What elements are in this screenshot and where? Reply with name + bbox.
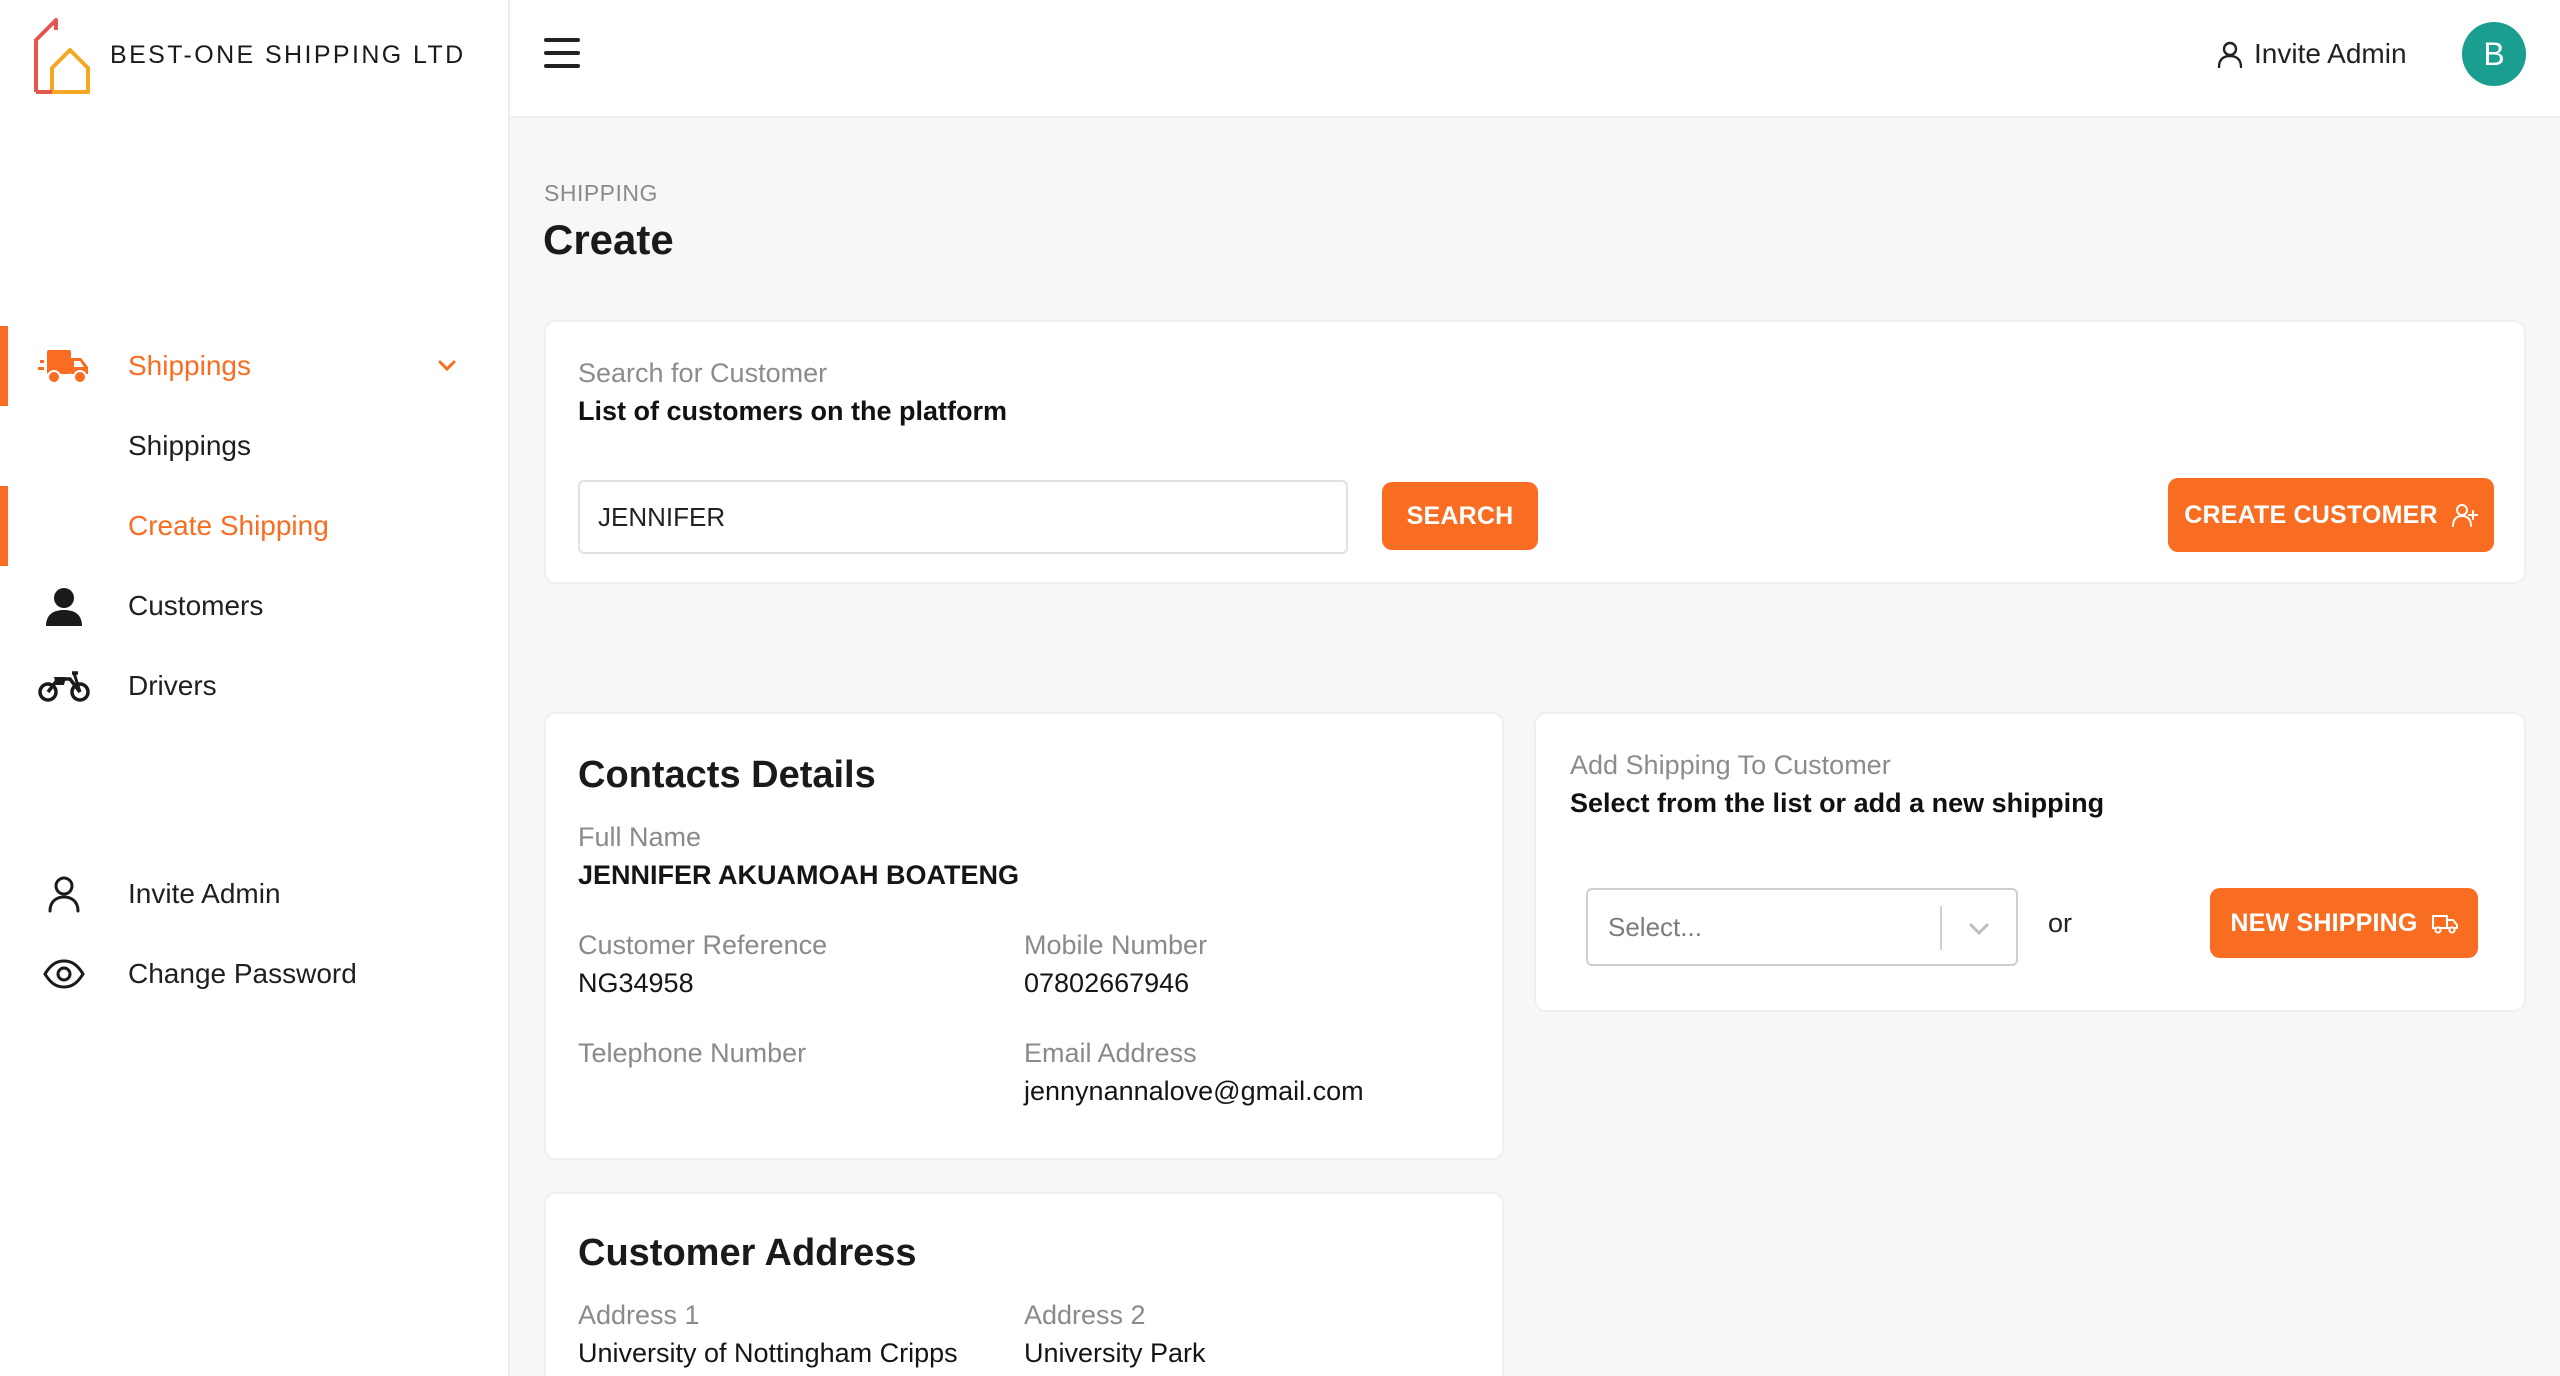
email-label: Email Address [1024, 1038, 1197, 1068]
card-title: Contacts Details [578, 754, 876, 796]
address1-label: Address 1 [578, 1300, 700, 1330]
motorcycle-icon [38, 664, 90, 708]
sidebar-item-change-password[interactable]: Change Password [0, 934, 508, 1014]
mobile-value: 07802667946 [1024, 968, 1190, 998]
menu-icon[interactable] [544, 38, 580, 68]
eye-icon [38, 952, 90, 996]
customer-address-card: Customer Address Address 1 University of… [544, 1192, 1504, 1376]
address2-label: Address 2 [1024, 1300, 1146, 1330]
sidebar-item-shippings[interactable]: Shippings [0, 326, 508, 406]
select-placeholder: Select... [1608, 912, 1702, 942]
email-value: jennynannalove@gmail.com [1024, 1076, 1364, 1106]
sidebar-item-label: Create Shipping [128, 510, 329, 541]
contact-details-card: Contacts Details Full Name JENNIFER AKUA… [544, 712, 1504, 1160]
page-title: Create [543, 216, 674, 263]
new-shipping-button[interactable]: NEW SHIPPING [2210, 888, 2478, 958]
or-text: or [2048, 908, 2073, 938]
sidebar-item-invite-admin[interactable]: Invite Admin [0, 854, 508, 934]
sidebar-subitem-create-shipping[interactable]: Create Shipping [0, 486, 508, 566]
sidebar-item-label: Customers [128, 590, 264, 621]
person-icon [38, 584, 90, 628]
house-logo-icon [34, 18, 90, 94]
search-button-label: SEARCH [1406, 501, 1514, 530]
select-separator [1940, 906, 1942, 950]
active-indicator [0, 486, 8, 566]
sidebar-item-label: Shippings [128, 430, 251, 461]
mobile-label: Mobile Number [1024, 930, 1208, 960]
user-outline-icon [2217, 41, 2243, 68]
sidebar-subitem-shippings[interactable]: Shippings [0, 406, 508, 486]
add-shipping-card: Add Shipping To Customer Select from the… [1534, 712, 2526, 1012]
card-heading: Search for Customer [578, 358, 828, 388]
address1-value: University of Nottingham Cripps [578, 1338, 958, 1368]
card-heading: Add Shipping To Customer [1570, 750, 1891, 780]
add-user-icon [2451, 504, 2478, 527]
chevron-down-icon[interactable] [1964, 916, 1994, 942]
full-name-label: Full Name [578, 822, 702, 852]
breadcrumb: SHIPPING [544, 180, 658, 206]
sidebar-item-label: Change Password [128, 958, 357, 989]
shipping-select[interactable]: Select... [1586, 888, 2018, 966]
card-subheading: Select from the list or add a new shippi… [1570, 788, 2105, 818]
sidebar-item-label: Invite Admin [128, 878, 281, 909]
topbar: Invite Admin B [510, 0, 2560, 118]
sidebar-item-label: Shippings [128, 350, 251, 381]
new-shipping-label: NEW SHIPPING [2230, 908, 2418, 937]
customer-ref-value: NG34958 [578, 968, 694, 998]
card-subheading: List of customers on the platform [578, 396, 1008, 426]
delivery-truck-icon [38, 344, 90, 388]
invite-admin-label: Invite Admin [2254, 38, 2407, 69]
sidebar: BEST-ONE SHIPPING LTD Shippings Shipping… [0, 0, 510, 1376]
brand-name: BEST-ONE SHIPPING LTD [110, 40, 466, 69]
customer-ref-label: Customer Reference [578, 930, 828, 960]
create-customer-label: CREATE CUSTOMER [2184, 500, 2438, 529]
search-customer-card: Search for Customer List of customers on… [544, 320, 2526, 584]
sidebar-item-label: Drivers [128, 670, 217, 701]
card-title: Customer Address [578, 1232, 917, 1274]
search-button[interactable]: SEARCH [1382, 482, 1538, 550]
chevron-down-icon[interactable] [432, 356, 462, 376]
brand[interactable]: BEST-ONE SHIPPING LTD [30, 14, 466, 96]
full-name-value: JENNIFER AKUAMOAH BOATENG [578, 860, 1020, 890]
sidebar-item-customers[interactable]: Customers [0, 566, 508, 646]
truck-icon [2431, 915, 2458, 934]
customer-search-input[interactable] [578, 480, 1348, 554]
user-outline-icon [38, 872, 90, 916]
avatar[interactable]: B [2462, 22, 2526, 86]
create-customer-button[interactable]: CREATE CUSTOMER [2168, 478, 2494, 552]
sidebar-item-drivers[interactable]: Drivers [0, 646, 508, 726]
address2-value: University Park [1024, 1338, 1206, 1368]
invite-admin-link[interactable]: Invite Admin [2216, 34, 2407, 74]
active-indicator [0, 326, 8, 406]
telephone-label: Telephone Number [578, 1038, 807, 1068]
